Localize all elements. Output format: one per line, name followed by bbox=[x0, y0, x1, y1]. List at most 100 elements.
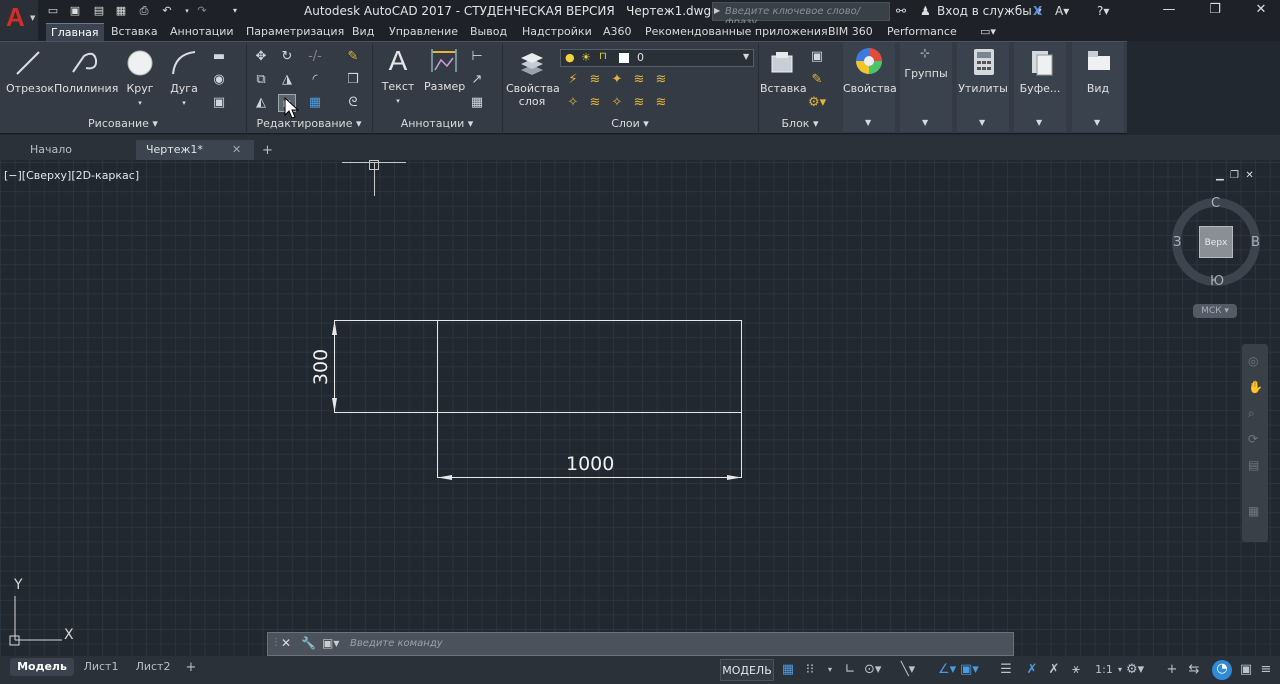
dimension-text-vertical[interactable]: 300 bbox=[310, 346, 332, 388]
open-icon[interactable]: ▣ bbox=[68, 4, 82, 18]
polyline-button[interactable]: Полилиния bbox=[54, 48, 118, 95]
annotation-autoscale-icon[interactable]: ✗ bbox=[1046, 661, 1062, 679]
close-button[interactable]: ✕ bbox=[1238, 2, 1280, 21]
orbit-icon[interactable]: ⟳ bbox=[1248, 432, 1262, 446]
exchange-icon[interactable]: X bbox=[1033, 4, 1042, 18]
offset-icon[interactable]: ᘓ bbox=[344, 94, 362, 112]
rectangle-icon[interactable]: ▬ bbox=[210, 48, 228, 66]
tab-view[interactable]: Вид bbox=[352, 25, 374, 38]
new-layout-button[interactable]: + bbox=[180, 658, 202, 676]
wcs-menu[interactable]: МСК ▾ bbox=[1193, 304, 1237, 318]
new-icon[interactable]: ▭ bbox=[46, 4, 60, 18]
modify-panel-title[interactable]: Редактирование ▾ bbox=[246, 117, 372, 133]
tab-bim360[interactable]: BIM 360 bbox=[828, 25, 873, 38]
steering-wheel-icon[interactable]: ◎ bbox=[1248, 354, 1262, 368]
block-panel-title[interactable]: Блок ▾ bbox=[758, 117, 842, 133]
workspace-gear-icon[interactable]: ⚙▾ bbox=[1126, 661, 1144, 679]
layer-properties-button[interactable]: Свойства слоя bbox=[506, 48, 560, 108]
ribbon-options-icon[interactable]: ▭▾ bbox=[980, 25, 996, 38]
arc-button[interactable]: Дуга ▾ bbox=[166, 48, 202, 108]
insert-block-button[interactable]: Вставка bbox=[760, 48, 807, 95]
tab-manage[interactable]: Управление bbox=[389, 25, 458, 38]
undo-icon[interactable]: ↶ bbox=[160, 4, 174, 18]
layer-tool-6-icon[interactable]: ✧ bbox=[564, 94, 582, 112]
save-icon[interactable]: ▤ bbox=[92, 4, 106, 18]
layers-panel-title[interactable]: Слои ▾ bbox=[502, 117, 758, 133]
block-attribute-icon[interactable]: ⚙▾ bbox=[808, 94, 826, 112]
rotate-icon[interactable]: ↻ bbox=[278, 48, 296, 66]
tab-output[interactable]: Вывод bbox=[470, 25, 507, 38]
ortho-icon[interactable]: ∟ bbox=[842, 661, 858, 679]
close-icon[interactable]: ✕ bbox=[281, 636, 291, 650]
properties-panel[interactable]: Свойства ▼ bbox=[843, 42, 897, 132]
command-prompt-icon[interactable]: ▣▾ bbox=[322, 636, 339, 650]
navbar-options-icon[interactable]: ▦ bbox=[1248, 504, 1262, 518]
customization-icon[interactable]: ≡ bbox=[1258, 661, 1274, 679]
help-icon[interactable]: ?▾ bbox=[1097, 4, 1109, 18]
tab-featured-apps[interactable]: Рекомендованные приложения bbox=[645, 25, 828, 38]
copy-icon[interactable]: ⧉ bbox=[252, 71, 270, 89]
edit-block-icon[interactable]: ✎ bbox=[808, 71, 826, 89]
move-icon[interactable]: ✥ bbox=[252, 48, 270, 66]
object-snap-icon[interactable]: ▣▾ bbox=[960, 661, 979, 679]
utilities-panel[interactable]: Утилиты ▼ bbox=[957, 42, 1009, 132]
qat-customize-icon[interactable]: ▾ bbox=[228, 4, 242, 18]
wrench-icon[interactable]: 🔧 bbox=[301, 636, 316, 650]
redo-icon[interactable]: ↷ bbox=[195, 4, 209, 18]
trim-icon[interactable]: -/- bbox=[306, 48, 324, 66]
tab-home[interactable]: Главная bbox=[46, 23, 104, 41]
new-tab-button[interactable]: + bbox=[258, 140, 282, 160]
navigation-bar[interactable]: ◎ ✋ ⌕ ⟳ ▤ ▦ bbox=[1242, 344, 1268, 542]
viewcube-north[interactable]: С bbox=[1211, 196, 1220, 211]
showmotion-icon[interactable]: ▤ bbox=[1248, 458, 1262, 472]
fillet-icon[interactable]: ◜ bbox=[306, 71, 324, 89]
zoom-icon[interactable]: ⌕ bbox=[1248, 406, 1262, 420]
text-button[interactable]: A Текст ▾ bbox=[378, 46, 418, 106]
units-icon[interactable]: ⇆ bbox=[1186, 661, 1202, 679]
print-icon[interactable]: ⎙ bbox=[137, 4, 151, 18]
table-icon[interactable]: ▦ bbox=[468, 94, 486, 112]
viewcube-east[interactable]: В bbox=[1251, 235, 1260, 250]
close-icon[interactable]: ✕ bbox=[232, 143, 241, 156]
layer-tool-1-icon[interactable]: ⚡ bbox=[564, 71, 582, 89]
chevron-down-icon[interactable]: ▾ bbox=[822, 661, 838, 679]
tab-annotate[interactable]: Аннотации bbox=[170, 25, 234, 38]
hardware-acceleration-icon[interactable]: ◔ bbox=[1212, 660, 1232, 680]
tab-a360[interactable]: A360 bbox=[603, 25, 632, 38]
layer-tool-9-icon[interactable]: ≋ bbox=[630, 94, 648, 112]
grid-icon[interactable]: ▦ bbox=[780, 661, 796, 679]
save-as-icon[interactable]: ▦ bbox=[114, 4, 128, 18]
stretch-icon[interactable]: ◭ bbox=[252, 94, 270, 112]
annotation-monitor-icon[interactable]: + bbox=[1164, 661, 1180, 679]
layer-tool-10-icon[interactable]: ≋ bbox=[652, 94, 670, 112]
rectangle-shape[interactable] bbox=[334, 320, 742, 413]
viewcube-face-top[interactable]: Верх bbox=[1199, 226, 1233, 258]
layer-tool-2-icon[interactable]: ≋ bbox=[586, 71, 604, 89]
tab-performance[interactable]: Performance bbox=[887, 25, 957, 38]
object-snap-tracking-icon[interactable]: ∠▾ bbox=[938, 661, 956, 679]
annotation-panel-title[interactable]: Аннотации ▾ bbox=[372, 117, 502, 133]
minimize-button[interactable]: — bbox=[1146, 2, 1192, 21]
snap-icon[interactable]: ⁝⁝ bbox=[802, 661, 818, 679]
pan-icon[interactable]: ✋ bbox=[1248, 380, 1263, 394]
layer-tool-5-icon[interactable]: ≋ bbox=[652, 71, 670, 89]
draw-panel-title[interactable]: Рисование ▾ bbox=[0, 117, 246, 133]
groups-panel[interactable]: ⊹ Группы ▼ bbox=[900, 42, 952, 132]
layer-tool-3-icon[interactable]: ✦ bbox=[608, 71, 626, 89]
viewcube-south[interactable]: Ю bbox=[1210, 274, 1224, 289]
search-expand-icon[interactable]: ▶ bbox=[714, 6, 720, 15]
layer-tool-4-icon[interactable]: ≋ bbox=[630, 71, 648, 89]
autodesk-360-icon[interactable]: A▾ bbox=[1055, 4, 1069, 18]
array-icon[interactable]: ▦ bbox=[306, 94, 324, 112]
dimension-button[interactable]: Размер bbox=[424, 46, 465, 93]
line-button[interactable]: Отрезок bbox=[6, 48, 54, 95]
annotation-scale-icon[interactable]: ⚹ bbox=[1068, 661, 1084, 679]
tab-layout2[interactable]: Лист2 bbox=[130, 658, 176, 676]
tab-insert[interactable]: Вставка bbox=[111, 25, 158, 38]
erase-icon[interactable]: ✎ bbox=[344, 48, 362, 66]
circle-button[interactable]: Круг ▾ bbox=[122, 48, 158, 108]
maximize-button[interactable]: ❐ bbox=[1192, 2, 1238, 21]
search-input[interactable]: ▶ Введите ключевое слово/фразу bbox=[712, 2, 890, 28]
boundary-icon[interactable]: ▣ bbox=[210, 94, 228, 112]
create-block-icon[interactable]: ▣ bbox=[808, 48, 826, 66]
